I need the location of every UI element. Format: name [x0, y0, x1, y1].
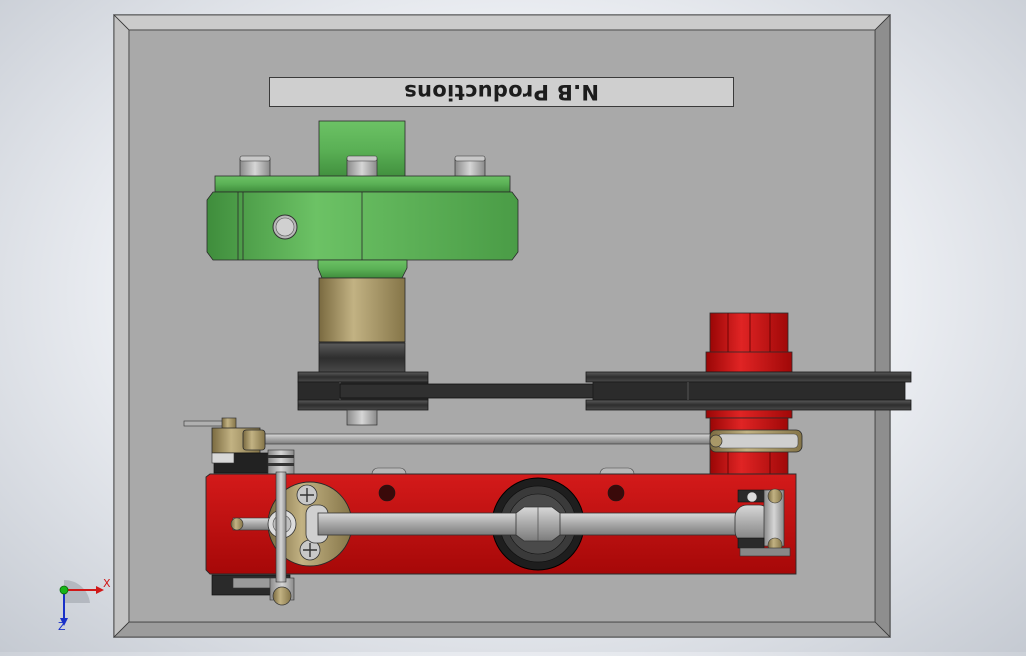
- bronze-bushing[interactable]: [318, 277, 406, 374]
- coordinate-triad: [59, 579, 104, 626]
- pulley-shaft-end: [346, 409, 378, 426]
- right-pulley[interactable]: [585, 371, 912, 411]
- y-axis-dot: [59, 585, 69, 595]
- nameplate: N.B Productions: [269, 77, 734, 107]
- z-axis-label: Z: [58, 620, 66, 633]
- nameplate-text: N.B Productions: [403, 80, 600, 104]
- x-axis-label: X: [103, 577, 111, 590]
- vertical-link[interactable]: [275, 471, 287, 583]
- cad-viewport[interactable]: N.B Productions X Z: [0, 0, 1026, 652]
- red-motor-hub[interactable]: [705, 312, 793, 373]
